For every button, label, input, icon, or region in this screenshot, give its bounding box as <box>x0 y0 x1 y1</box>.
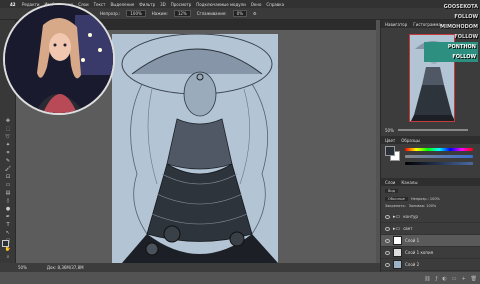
layer-row[interactable]: Слой 2 <box>381 259 480 271</box>
trash-icon[interactable]: 🗑 <box>471 276 477 284</box>
eyedropper-tool-icon[interactable]: ✎ <box>3 158 13 164</box>
eye-icon[interactable] <box>385 238 390 243</box>
kind-filter[interactable]: Вид <box>385 189 399 193</box>
flow-label: Нажим: <box>151 11 168 16</box>
layer-row[interactable]: ▸▭ свет <box>381 223 480 235</box>
menu-item-help[interactable]: Справка <box>266 2 284 7</box>
menu-item-view[interactable]: Просмотр <box>171 2 192 7</box>
opacity-field[interactable]: 100% <box>126 10 146 17</box>
blend-row: Обычные Непрозр.: 100% <box>385 196 440 202</box>
layer-thumbnail <box>393 236 402 245</box>
new-folder-icon[interactable]: ▭ <box>452 276 457 284</box>
lock-label: Закрепить: <box>385 204 406 208</box>
zoom-slider[interactable] <box>397 129 468 131</box>
eye-icon[interactable] <box>385 226 390 231</box>
type-tool-icon[interactable]: T <box>3 222 13 228</box>
follow-line-3: PONTHON FOLLOW <box>424 42 478 62</box>
menu-item-filter[interactable]: Фильтр <box>139 2 155 7</box>
folder-icon: ▸▭ <box>393 213 401 220</box>
layer-name: контур <box>403 214 418 219</box>
path-select-tool-icon[interactable]: ↖ <box>3 230 13 236</box>
eye-icon[interactable] <box>385 250 390 255</box>
status-doc-info: Док: 8,36M/37,8M <box>46 265 84 270</box>
tab-color[interactable]: Цвет <box>385 138 395 143</box>
pen-tool-icon[interactable]: ✒ <box>3 214 13 220</box>
eraser-tool-icon[interactable]: ▭ <box>3 182 13 188</box>
tab-channels[interactable]: Каналы <box>401 180 417 185</box>
app-badge: 42 <box>10 1 16 7</box>
layer-opacity[interactable]: Непрозр.: 100% <box>411 197 440 201</box>
gear-icon[interactable]: ⚙ <box>253 11 257 16</box>
layer-filter-row: Вид <box>385 188 399 194</box>
smoothing-field[interactable]: 0% <box>232 10 248 17</box>
layer-name: Слой 1 копия <box>405 250 433 255</box>
marquee-tool-icon[interactable]: ⬚ <box>3 126 13 132</box>
status-bar: 50% Док: 8,36M/37,8M <box>0 263 380 272</box>
crop-tool-icon[interactable]: ⌗ <box>3 150 13 156</box>
move-tool-icon[interactable]: ✥ <box>3 118 13 124</box>
blur-tool-icon[interactable]: ◊ <box>3 198 13 204</box>
menu-item-select[interactable]: Выделение <box>110 2 134 7</box>
layer-thumbnail <box>393 260 402 269</box>
link-icon[interactable]: ⛓ <box>424 276 430 284</box>
flow-field[interactable]: 12% <box>173 10 191 17</box>
opacity-label: Непрозр.: <box>100 11 121 16</box>
saturation-slider[interactable] <box>405 155 473 158</box>
layers-panel-footer: ⛓ ƒ ◐ ▭ + 🗑 <box>381 276 480 284</box>
navigator-zoom-value[interactable]: 50% <box>385 128 394 133</box>
layer-name: Слой 2 <box>405 262 420 267</box>
foreground-color-swatch[interactable] <box>2 240 9 247</box>
artwork-illustration <box>121 34 278 263</box>
hue-slider[interactable] <box>405 148 473 151</box>
folder-icon: ▸▭ <box>393 225 401 232</box>
navigator-zoom-row: 50% <box>381 126 480 134</box>
magic-wand-tool-icon[interactable]: ✦ <box>3 142 13 148</box>
mask-icon[interactable]: ◐ <box>442 276 446 284</box>
menu-item-plugins[interactable]: Подключаемые модули <box>196 2 246 7</box>
color-panel-header: Цвет Образцы <box>381 136 480 144</box>
layer-name: Слой 1 <box>405 238 420 243</box>
eye-icon[interactable] <box>385 214 390 219</box>
follow-line-1: GOOSEKOTA FOLLOW <box>443 4 478 20</box>
fx-icon[interactable]: ƒ <box>436 276 438 284</box>
menu-item-layers[interactable]: Слои <box>78 2 88 7</box>
tab-layers[interactable]: Слои <box>385 180 395 185</box>
panel-foreground-swatch[interactable] <box>385 146 395 156</box>
stamp-tool-icon[interactable]: ⊡ <box>3 174 13 180</box>
artwork-canvas[interactable] <box>112 34 278 263</box>
layer-fill[interactable]: Заливка: 100% <box>409 204 437 208</box>
menu-item-3d[interactable]: 3D <box>160 2 166 7</box>
tab-navigator[interactable]: Навигатор <box>385 22 407 27</box>
stream-follow-overlay: GOOSEKOTA FOLLOW MIMOHODOM FOLLOW PONTHO… <box>424 2 480 62</box>
new-layer-icon[interactable]: + <box>461 276 465 284</box>
layer-row-selected[interactable]: Слой 1 <box>381 235 480 247</box>
lock-row: Закрепить: Заливка: 100% <box>385 203 436 209</box>
gradient-tool-icon[interactable]: ▤ <box>3 190 13 196</box>
follow-line-2: MIMOHODOM FOLLOW <box>440 24 478 40</box>
smoothing-label: Сглаживание: <box>196 11 227 16</box>
lasso-tool-icon[interactable]: ➰ <box>3 134 13 140</box>
layer-thumbnail <box>393 248 402 257</box>
tab-swatches[interactable]: Образцы <box>401 138 420 143</box>
brush-tool-icon[interactable]: 🖌 <box>3 166 13 172</box>
webcam-overlay <box>3 3 115 115</box>
layers-panel-header: Слои Каналы <box>381 178 480 186</box>
zoom-tool-icon[interactable]: ⌕ <box>3 254 13 260</box>
layer-row[interactable]: ▸▭ контур <box>381 211 480 223</box>
layer-name: свет <box>403 226 413 231</box>
dodge-tool-icon[interactable]: ● <box>3 206 13 212</box>
blend-mode-select[interactable]: Обычные <box>385 197 408 201</box>
menu-item-edit[interactable]: Редакти <box>22 2 39 7</box>
menu-item-text[interactable]: Текст <box>94 2 106 7</box>
streamer-webcam-image <box>5 5 113 113</box>
brightness-slider[interactable] <box>405 162 473 165</box>
layer-row[interactable]: Слой 1 копия <box>381 247 480 259</box>
status-zoom[interactable]: 50% <box>18 265 27 270</box>
eye-icon[interactable] <box>385 262 390 267</box>
menu-item-window[interactable]: Окно <box>251 2 262 7</box>
